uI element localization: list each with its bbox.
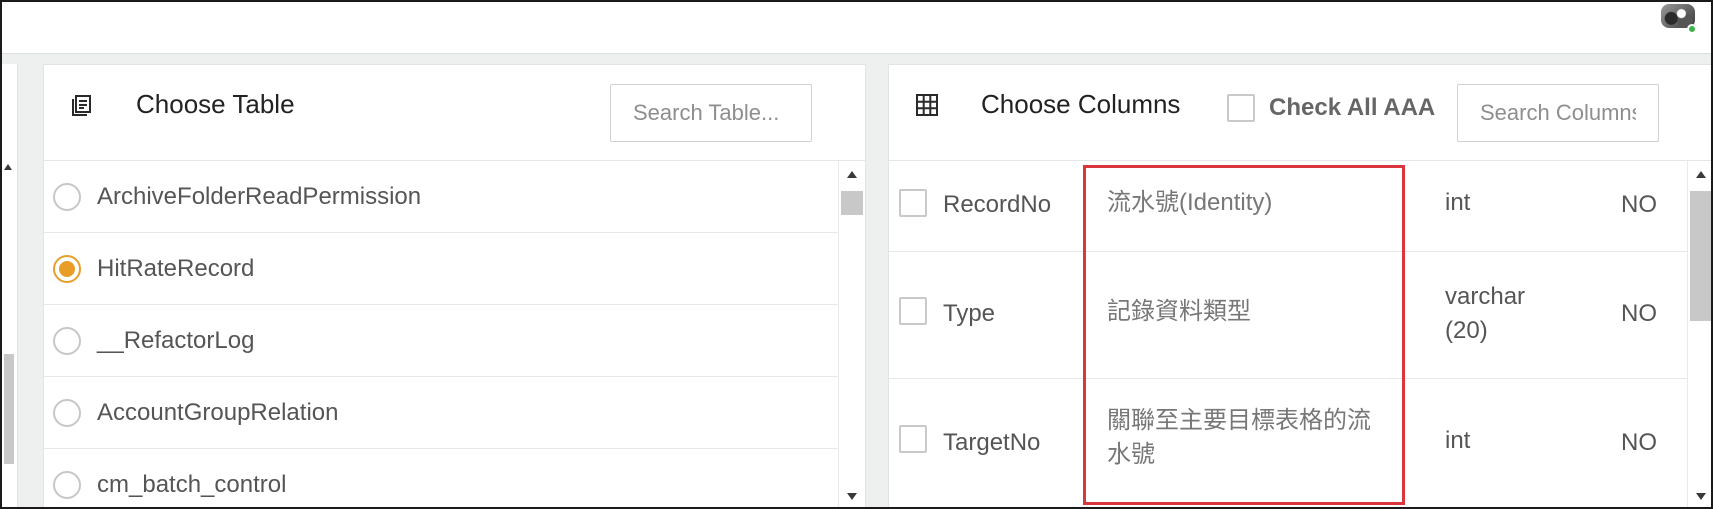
table-name: AccountGroupRelation xyxy=(97,398,339,426)
table-row: RecordNo 流水號(Identity) int NO xyxy=(889,161,1687,252)
column-nullable: NO xyxy=(1621,300,1657,327)
scroll-up-arrow-icon[interactable] xyxy=(4,164,12,170)
app-frame: Choose Table ArchiveFolderReadPermission… xyxy=(0,0,1713,509)
table-radio[interactable] xyxy=(53,182,81,211)
table-list-icon xyxy=(72,95,91,116)
table-radio[interactable] xyxy=(53,398,81,427)
table-radio[interactable] xyxy=(53,470,81,499)
search-table-input[interactable] xyxy=(610,84,812,142)
table-list-item[interactable]: __RefactorLog xyxy=(44,305,838,377)
top-bar xyxy=(2,2,1711,54)
check-all-checkbox[interactable] xyxy=(1227,94,1255,122)
scroll-down-arrow-icon[interactable] xyxy=(847,493,857,500)
table-row: Type 記錄資料類型 varchar (20) NO xyxy=(889,252,1687,379)
scroll-up-arrow-icon[interactable] xyxy=(1696,171,1706,178)
grid-icon xyxy=(916,94,938,116)
column-name: RecordNo xyxy=(943,191,1052,218)
column-description: 記錄資料類型 xyxy=(1107,298,1251,325)
column-name: TargetNo xyxy=(943,429,1041,456)
column-type: varchar (20) xyxy=(1445,283,1526,344)
scroll-thumb[interactable] xyxy=(4,354,14,464)
choose-columns-title: Choose Columns xyxy=(981,89,1181,119)
table-list-item[interactable]: ArchiveFolderReadPermission xyxy=(44,161,838,233)
column-checkbox[interactable] xyxy=(899,189,927,217)
table-list-item[interactable]: cm_batch_control xyxy=(44,449,838,507)
check-all-label: Check All AAA xyxy=(1269,94,1436,121)
table-radio[interactable] xyxy=(53,326,81,355)
table-list-item[interactable]: AccountGroupRelation xyxy=(44,377,838,449)
table-name: ArchiveFolderReadPermission xyxy=(97,182,422,210)
table-list-scrollbar[interactable] xyxy=(838,161,864,507)
columns-table: RecordNo 流水號(Identity) int NO Type 記錄資料類… xyxy=(889,161,1687,507)
column-nullable: NO xyxy=(1621,429,1657,456)
online-status-dot xyxy=(1687,24,1697,34)
column-type: int xyxy=(1445,427,1471,454)
column-checkbox[interactable] xyxy=(899,297,927,325)
scroll-thumb[interactable] xyxy=(1690,191,1711,321)
table-name: __RefactorLog xyxy=(97,326,255,354)
columns-scrollbar[interactable] xyxy=(1687,161,1711,507)
column-description: 關聯至主要目標表格的流水號 xyxy=(1107,407,1371,468)
choose-table-header: Choose Table xyxy=(44,65,865,161)
choose-table-panel: Choose Table ArchiveFolderReadPermission… xyxy=(43,64,866,507)
table-list: ArchiveFolderReadPermission HitRateRecor… xyxy=(44,161,838,507)
column-nullable: NO xyxy=(1621,191,1657,218)
choose-columns-panel: Choose Columns Check All AAA RecordNo 流水… xyxy=(888,64,1711,507)
column-checkbox[interactable] xyxy=(899,425,927,453)
check-all-control[interactable]: Check All AAA xyxy=(1227,94,1435,122)
left-edge-scrollbar[interactable] xyxy=(2,64,18,507)
table-name: cm_batch_control xyxy=(97,470,287,498)
table-row: TargetNo 關聯至主要目標表格的流水號 int NO xyxy=(889,379,1687,507)
choose-columns-header: Choose Columns Check All AAA xyxy=(889,65,1711,161)
scroll-up-arrow-icon[interactable] xyxy=(847,171,857,178)
column-description: 流水號(Identity) xyxy=(1107,189,1273,216)
search-columns-input[interactable] xyxy=(1457,84,1659,142)
column-type: int xyxy=(1445,189,1471,216)
table-list-item[interactable]: HitRateRecord xyxy=(44,233,838,305)
scroll-down-arrow-icon[interactable] xyxy=(1696,493,1706,500)
scroll-thumb[interactable] xyxy=(841,191,863,215)
column-name: Type xyxy=(943,300,996,327)
choose-table-title: Choose Table xyxy=(136,89,295,119)
table-name: HitRateRecord xyxy=(97,254,255,282)
table-radio-selected[interactable] xyxy=(53,254,81,283)
